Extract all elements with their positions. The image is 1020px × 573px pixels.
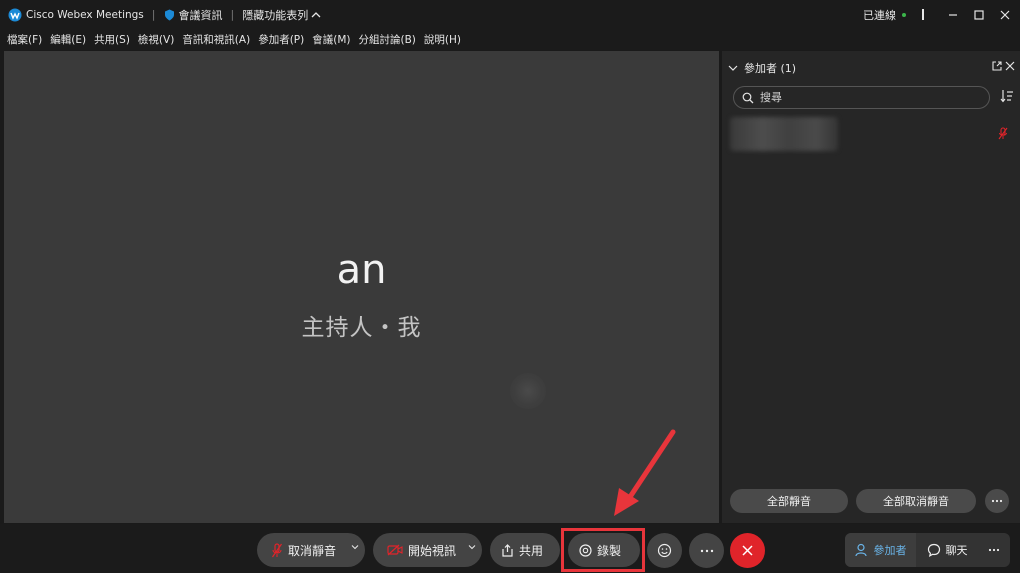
close-icon <box>1000 10 1010 19</box>
webex-logo-icon <box>8 8 22 22</box>
menu-meeting[interactable]: 會議(M) <box>312 32 350 47</box>
title-separator: | <box>230 8 235 21</box>
blurred-participant <box>730 117 838 151</box>
panel-footer: 全部靜音 全部取消靜音 <box>730 489 1014 513</box>
muted-mic-icon <box>272 542 282 557</box>
menu-bar: 檔案(F) 編輯(E) 共用(S) 檢視(V) 音訊和視訊(A) 參加者(P) … <box>0 29 1020 50</box>
participant-search <box>733 86 990 109</box>
more-icon <box>988 548 1000 552</box>
close-icon <box>742 545 753 556</box>
title-separator: | <box>151 8 156 21</box>
sort-icon[interactable] <box>1000 89 1014 103</box>
participants-toggle-button[interactable]: 參加者 <box>845 533 916 567</box>
chat-icon <box>927 543 940 557</box>
status-divider <box>922 9 924 20</box>
participant-name: an <box>336 247 387 293</box>
end-meeting-button[interactable] <box>730 533 765 568</box>
more-options-button[interactable] <box>689 533 724 568</box>
chevron-down-icon[interactable] <box>728 63 738 73</box>
meeting-info-button[interactable]: 會議資訊 <box>164 7 223 23</box>
menu-view[interactable]: 檢視(V) <box>138 32 174 47</box>
search-input[interactable] <box>760 91 960 104</box>
menu-file[interactable]: 檔案(F) <box>7 32 42 47</box>
meeting-info-label: 會議資訊 <box>178 8 223 22</box>
popout-icon[interactable] <box>992 61 1002 71</box>
mute-all-button[interactable]: 全部靜音 <box>730 489 848 513</box>
minimize-button[interactable] <box>942 4 964 26</box>
unmute-label: 取消靜音 <box>288 543 337 558</box>
connection-status: 已連線 <box>863 8 896 22</box>
menu-participants[interactable]: 參加者(P) <box>258 32 304 47</box>
menu-breakout[interactable]: 分組討論(B) <box>359 32 416 47</box>
share-icon <box>502 543 513 557</box>
record-icon <box>579 543 592 557</box>
panel-toggle-group: 參加者 聊天 <box>845 533 1010 567</box>
panel-header: 參加者 (1) <box>722 59 1020 77</box>
maximize-button[interactable] <box>968 4 990 26</box>
menu-edit[interactable]: 編輯(E) <box>50 32 86 47</box>
participant-role: 主持人・我 <box>301 315 422 341</box>
title-bar: Cisco Webex Meetings | 會議資訊 | 隱藏功能表列 已連線 <box>0 0 1020 29</box>
chevron-down-icon[interactable] <box>468 544 476 550</box>
shield-icon <box>164 9 174 20</box>
panel-title: 參加者 (1) <box>744 62 797 75</box>
person-icon <box>854 543 867 557</box>
share-label: 共用 <box>519 543 544 558</box>
video-off-icon <box>387 544 403 556</box>
minimize-icon <box>949 13 957 16</box>
panels-more-button[interactable] <box>978 533 1010 567</box>
meeting-toolbar: 取消靜音 開始視訊 共用 錄製 參加者 聊天 <box>0 524 1020 573</box>
chat-toggle-label: 聊天 <box>945 544 968 557</box>
chevron-up-icon <box>311 11 321 17</box>
participants-panel: 參加者 (1) 全部靜音 全部取消靜音 <box>722 51 1020 523</box>
close-window-button[interactable] <box>994 4 1016 26</box>
more-icon <box>700 549 713 552</box>
menu-audio-video[interactable]: 音訊和視訊(A) <box>182 32 250 47</box>
record-label: 錄製 <box>597 543 622 558</box>
unmute-all-button[interactable]: 全部取消靜音 <box>856 489 976 513</box>
muted-mic-icon[interactable] <box>998 127 1008 140</box>
maximize-icon <box>974 9 984 20</box>
chat-toggle-button[interactable]: 聊天 <box>917 533 977 567</box>
close-icon[interactable] <box>1005 61 1015 71</box>
video-stage: an 主持人・我 <box>4 51 719 523</box>
record-button[interactable]: 錄製 <box>568 533 640 567</box>
connection-dot-icon <box>902 12 906 17</box>
reactions-button[interactable] <box>647 533 682 568</box>
menu-share[interactable]: 共用(S) <box>94 32 130 47</box>
participants-toggle-label: 參加者 <box>873 544 907 557</box>
start-video-label: 開始視訊 <box>408 543 457 558</box>
unmute-button[interactable]: 取消靜音 <box>257 533 365 567</box>
participant-row[interactable] <box>730 117 1012 151</box>
start-video-button[interactable]: 開始視訊 <box>373 533 482 567</box>
emoji-icon <box>657 543 672 558</box>
hide-menu-label: 隱藏功能表列 <box>242 8 309 22</box>
more-icon <box>991 499 1003 503</box>
menu-help[interactable]: 說明(H) <box>424 32 461 47</box>
panel-more-button[interactable] <box>985 489 1009 513</box>
search-icon <box>742 92 754 103</box>
share-button[interactable]: 共用 <box>490 533 560 567</box>
stage-indicator <box>510 373 546 409</box>
window-controls: 已連線 <box>863 0 1020 29</box>
app-name: Cisco Webex Meetings <box>26 8 144 21</box>
chevron-down-icon[interactable] <box>351 544 359 550</box>
hide-menu-button[interactable]: 隱藏功能表列 <box>242 7 321 23</box>
